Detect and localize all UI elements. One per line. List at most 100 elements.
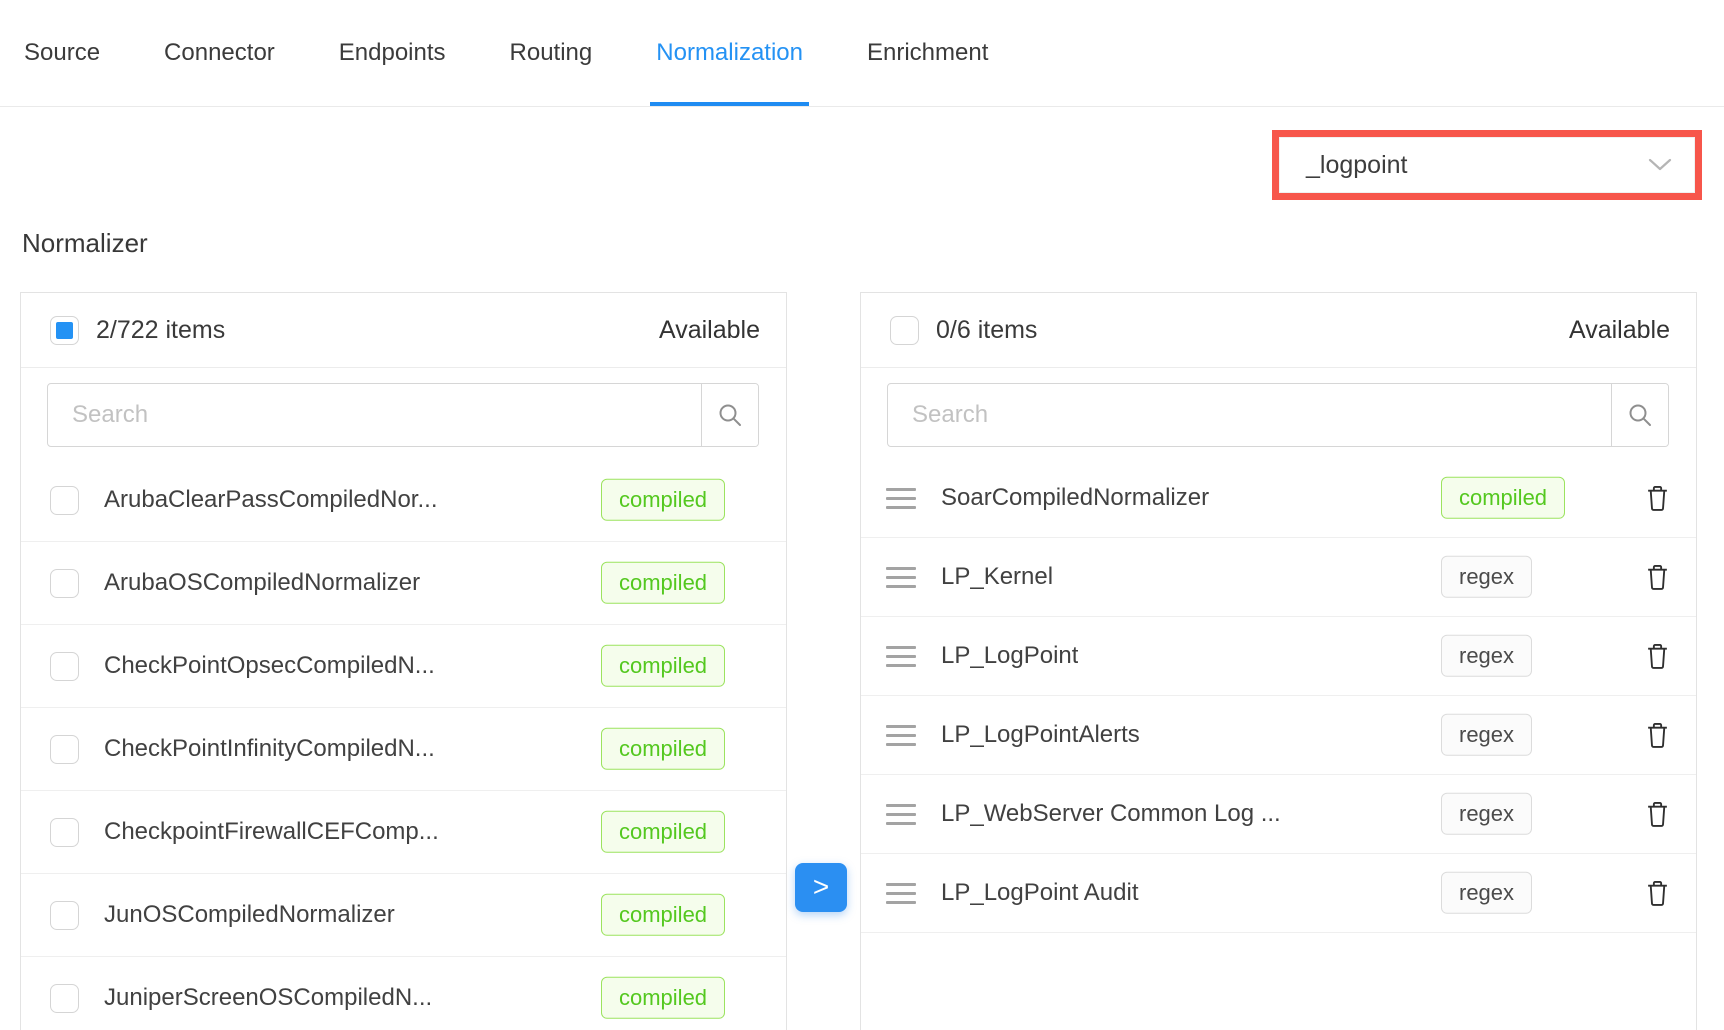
status-badge: regex (1441, 714, 1532, 756)
drag-handle-icon[interactable] (886, 567, 916, 588)
status-badge: compiled (601, 977, 725, 1019)
search-input[interactable] (48, 384, 701, 446)
normalizer-name: LP_LogPointAlerts (941, 721, 1140, 749)
trash-icon (1645, 642, 1670, 670)
tab[interactable]: Source (24, 0, 100, 106)
search-button[interactable] (701, 384, 758, 446)
normalization-policy-dropdown[interactable]: _logpoint (1279, 137, 1695, 193)
trash-icon (1645, 484, 1670, 512)
status-badge: compiled (601, 728, 725, 770)
row-checkbox[interactable] (50, 486, 79, 515)
normalizer-name: ArubaClearPassCompiledNor... (104, 486, 437, 514)
selected-normalizer-list: SoarCompiledNormalizer compiled LP_Kerne… (861, 459, 1696, 933)
tab[interactable]: Endpoints (339, 0, 446, 106)
search-icon (717, 402, 743, 428)
status-badge: compiled (601, 562, 725, 604)
trash-icon (1645, 563, 1670, 591)
delete-button[interactable] (1645, 484, 1670, 512)
available-normalizer-list: ArubaClearPassCompiledNor... compiled Ar… (21, 459, 786, 1030)
status-badge: regex (1441, 556, 1532, 598)
left-search-bar (47, 383, 759, 447)
right-panel-header: 0/6 items Available (861, 293, 1696, 368)
items-count: 0/6 items (936, 316, 1037, 345)
list-item: LP_WebServer Common Log ... regex (861, 775, 1696, 854)
row-checkbox[interactable] (50, 735, 79, 764)
select-all-checkbox[interactable] (50, 316, 79, 345)
tab-bar: Source Connector Endpoints Routing Norma… (0, 0, 1724, 107)
search-input[interactable] (888, 384, 1611, 446)
list-item: CheckPointOpsecCompiledN... compiled (21, 625, 786, 708)
normalizer-name: LP_LogPoint Audit (941, 879, 1139, 907)
list-item: CheckpointFirewallCEFComp... compiled (21, 791, 786, 874)
row-checkbox[interactable] (50, 569, 79, 598)
chevron-down-icon (1648, 158, 1672, 172)
tab-label: Routing (510, 39, 593, 67)
trash-icon (1645, 721, 1670, 749)
status-badge: compiled (601, 479, 725, 521)
list-item: LP_LogPointAlerts regex (861, 696, 1696, 775)
normalizer-name: LP_Kernel (941, 563, 1053, 591)
drag-handle-icon[interactable] (886, 883, 916, 904)
list-item: JunOSCompiledNormalizer compiled (21, 874, 786, 957)
status-badge: regex (1441, 872, 1532, 914)
trash-icon (1645, 879, 1670, 907)
row-checkbox[interactable] (50, 984, 79, 1013)
status-badge: regex (1441, 793, 1532, 835)
row-checkbox[interactable] (50, 652, 79, 681)
tab[interactable]: Enrichment (867, 0, 988, 106)
normalizer-name: CheckpointFirewallCEFComp... (104, 818, 439, 846)
normalizer-name: JuniperScreenOSCompiledN... (104, 984, 432, 1012)
normalizer-name: SoarCompiledNormalizer (941, 484, 1209, 512)
normalizer-name: LP_LogPoint (941, 642, 1078, 670)
tab[interactable]: Normalization (656, 0, 803, 106)
delete-button[interactable] (1645, 563, 1670, 591)
drag-handle-icon[interactable] (886, 488, 916, 509)
status-badge: compiled (601, 645, 725, 687)
row-checkbox[interactable] (50, 901, 79, 930)
select-all-checkbox[interactable] (890, 316, 919, 345)
delete-button[interactable] (1645, 879, 1670, 907)
tab-label: Enrichment (867, 39, 988, 67)
items-count: 2/722 items (96, 316, 225, 345)
tab-label: Normalization (656, 39, 803, 67)
normalizer-name: CheckPointOpsecCompiledN... (104, 652, 435, 680)
drag-handle-icon[interactable] (886, 725, 916, 746)
tab[interactable]: Connector (164, 0, 275, 106)
delete-button[interactable] (1645, 721, 1670, 749)
tab-label: Connector (164, 39, 275, 67)
row-checkbox[interactable] (50, 818, 79, 847)
drag-handle-icon[interactable] (886, 646, 916, 667)
normalizer-name: ArubaOSCompiledNormalizer (104, 569, 420, 597)
status-badge: compiled (601, 811, 725, 853)
delete-button[interactable] (1645, 800, 1670, 828)
search-button[interactable] (1611, 384, 1668, 446)
list-item: CheckPointInfinityCompiledN... compiled (21, 708, 786, 791)
available-label: Available (659, 316, 760, 345)
list-item: SoarCompiledNormalizer compiled (861, 459, 1696, 538)
tab-label: Endpoints (339, 39, 446, 67)
tab[interactable]: Routing (510, 0, 593, 106)
normalizer-name: CheckPointInfinityCompiledN... (104, 735, 435, 763)
status-badge: compiled (1441, 477, 1565, 519)
list-item: LP_Kernel regex (861, 538, 1696, 617)
annotation-highlight-box: _logpoint (1272, 130, 1702, 200)
list-item: ArubaOSCompiledNormalizer compiled (21, 542, 786, 625)
status-badge: compiled (601, 894, 725, 936)
list-item: LP_LogPoint regex (861, 617, 1696, 696)
move-right-button[interactable]: > (795, 863, 847, 912)
list-item: JuniperScreenOSCompiledN... compiled (21, 957, 786, 1030)
available-normalizers-panel: 2/722 items Available ArubaClearPassComp… (20, 292, 787, 1030)
right-search-bar (887, 383, 1669, 447)
delete-button[interactable] (1645, 642, 1670, 670)
selected-normalizers-panel: 0/6 items Available SoarCompiledNormaliz… (860, 292, 1697, 1030)
left-panel-header: 2/722 items Available (21, 293, 786, 368)
page-title: Normalizer (22, 228, 148, 259)
trash-icon (1645, 800, 1670, 828)
search-icon (1627, 402, 1653, 428)
available-label: Available (1569, 316, 1670, 345)
tab-label: Source (24, 39, 100, 67)
list-item: LP_LogPoint Audit regex (861, 854, 1696, 933)
status-badge: regex (1441, 635, 1532, 677)
normalizer-name: JunOSCompiledNormalizer (104, 901, 395, 929)
drag-handle-icon[interactable] (886, 804, 916, 825)
